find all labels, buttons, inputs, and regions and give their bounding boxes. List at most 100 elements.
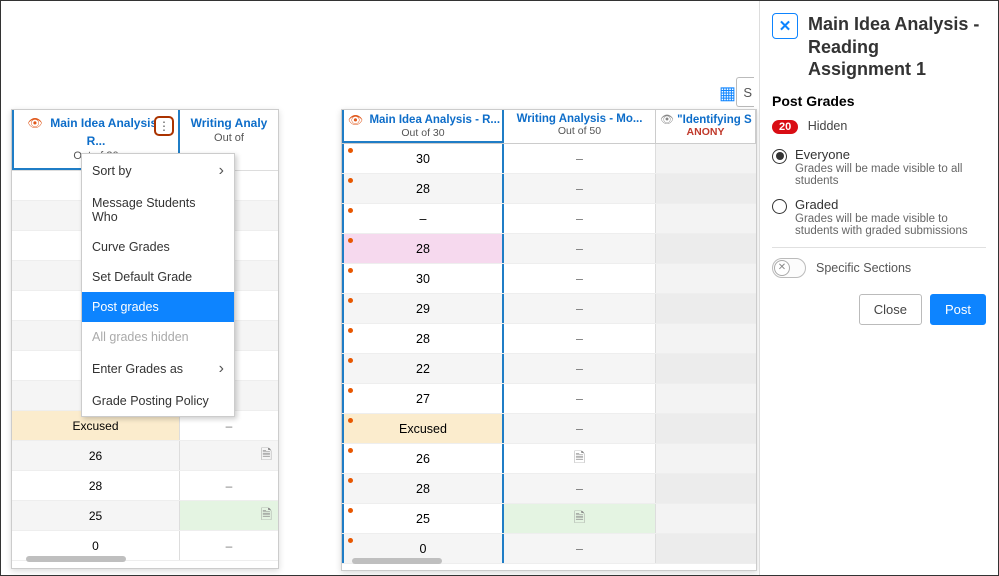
grade-cell[interactable]	[656, 294, 756, 323]
center-col-2[interactable]: Writing Analysis - Mo... Out of 50	[504, 110, 656, 143]
late-indicator-icon	[348, 238, 353, 243]
grade-cell[interactable]: –	[504, 474, 656, 503]
grade-cell[interactable]	[656, 234, 756, 263]
grade-cell[interactable]: 🗎	[180, 501, 278, 530]
eye-off-icon: 👁	[660, 114, 674, 126]
grade-cell[interactable]: 25	[342, 504, 504, 533]
grade-cell[interactable]: –	[504, 174, 656, 203]
grade-cell[interactable]	[656, 504, 756, 533]
grade-cell[interactable]: –	[504, 414, 656, 443]
late-indicator-icon	[348, 208, 353, 213]
grade-cell[interactable]: Excused	[342, 414, 504, 443]
radio-graded-sub: Grades will be made visible to students …	[795, 213, 986, 237]
center-col-2-title: Writing Analysis - Mo...	[517, 113, 643, 125]
menu-item[interactable]: Enter Grades as	[82, 352, 234, 386]
grade-cell[interactable]: 28	[342, 474, 504, 503]
menu-item[interactable]: Message Students Who	[82, 188, 234, 232]
grade-cell[interactable]: 🗎	[504, 444, 656, 473]
search-button-partial[interactable]: S	[736, 77, 754, 107]
grade-cell[interactable]	[656, 354, 756, 383]
radio-everyone-row[interactable]: Everyone Grades will be made visible to …	[772, 147, 986, 187]
hidden-eye-icon: 👁	[348, 113, 363, 127]
grade-cell[interactable]: 30	[342, 144, 504, 173]
center-col-1[interactable]: 👁 Main Idea Analysis - R... Out of 30	[342, 110, 504, 143]
close-sidebar-button[interactable]: ✕	[772, 13, 798, 39]
grade-cell[interactable]: 26	[12, 441, 180, 470]
late-indicator-icon	[348, 448, 353, 453]
grade-cell[interactable]: 29	[342, 294, 504, 323]
grade-cell[interactable]: 30	[342, 264, 504, 293]
late-indicator-icon	[348, 538, 353, 543]
hidden-label: Hidden	[808, 119, 848, 133]
grade-cell[interactable]: –	[342, 204, 504, 233]
projector-icon[interactable]: ▦	[719, 83, 736, 104]
grade-cell[interactable]: 28	[12, 471, 180, 500]
menu-item[interactable]: Grade Posting Policy	[82, 386, 234, 416]
grade-cell[interactable]: 22	[342, 354, 504, 383]
submission-icon: 🗎	[261, 504, 272, 528]
grade-cell[interactable]	[656, 144, 756, 173]
table-row: 25 🗎	[12, 501, 278, 531]
grade-cell[interactable]: –	[504, 384, 656, 413]
center-scrollbar[interactable]	[352, 558, 442, 564]
menu-item: All grades hidden	[82, 322, 234, 352]
center-col-2-sub: Out of 50	[508, 125, 651, 137]
grade-cell[interactable]: 28	[342, 234, 504, 263]
menu-item[interactable]: Post grades	[82, 292, 234, 322]
table-row: Excused–	[342, 414, 756, 444]
close-button[interactable]: Close	[859, 294, 922, 325]
grade-cell[interactable]: –	[504, 204, 656, 233]
table-row: 29–	[342, 294, 756, 324]
toggle-knob: ✕	[774, 260, 790, 276]
grade-cell[interactable]	[656, 174, 756, 203]
grade-cell[interactable]	[656, 414, 756, 443]
menu-item[interactable]: Curve Grades	[82, 232, 234, 262]
grade-cell[interactable]: –	[180, 471, 278, 500]
grade-cell[interactable]: 25	[12, 501, 180, 530]
grade-cell[interactable]	[656, 204, 756, 233]
specific-sections-toggle[interactable]: ✕	[772, 258, 806, 278]
grade-cell[interactable]: –	[504, 234, 656, 263]
grade-cell[interactable]	[656, 384, 756, 413]
grade-cell[interactable]: –	[504, 294, 656, 323]
grade-cell[interactable]: –	[504, 324, 656, 353]
sidebar-section-heading: Post Grades	[772, 93, 986, 109]
sidebar-title: Main Idea Analysis - Reading Assignment …	[808, 13, 986, 81]
radio-everyone[interactable]	[772, 149, 787, 164]
center-headers: 👁 Main Idea Analysis - R... Out of 30 Wr…	[342, 110, 756, 144]
grade-cell[interactable]: –	[504, 264, 656, 293]
grade-cell[interactable]	[656, 264, 756, 293]
left-scrollbar[interactable]	[26, 556, 126, 562]
grade-cell[interactable]: 27	[342, 384, 504, 413]
table-row: 30–	[342, 264, 756, 294]
grade-cell[interactable]	[656, 324, 756, 353]
post-button[interactable]: Post	[930, 294, 986, 325]
grade-cell[interactable]: 🗎	[504, 504, 656, 533]
grade-cell[interactable]	[656, 444, 756, 473]
grade-cell[interactable]	[656, 474, 756, 503]
grade-cell[interactable]	[656, 534, 756, 563]
grade-cell[interactable]: 28	[342, 324, 504, 353]
grade-cell[interactable]: –	[180, 531, 278, 560]
late-indicator-icon	[348, 478, 353, 483]
late-indicator-icon	[348, 508, 353, 513]
hidden-count-badge: 20	[772, 120, 798, 134]
specific-sections-row[interactable]: ✕ Specific Sections	[772, 258, 986, 278]
radio-graded[interactable]	[772, 199, 787, 214]
menu-item[interactable]: Sort by	[82, 154, 234, 188]
column-options-kebab[interactable]: ⋮	[154, 116, 174, 136]
grade-cell[interactable]: –	[504, 534, 656, 563]
grade-cell[interactable]: –	[504, 354, 656, 383]
grade-cell[interactable]: 26	[342, 444, 504, 473]
post-grades-sidebar: ✕ Main Idea Analysis - Reading Assignmen…	[759, 1, 998, 576]
submission-icon: 🗎	[574, 447, 585, 471]
menu-item[interactable]: Set Default Grade	[82, 262, 234, 292]
center-col-3[interactable]: 👁 "Identifying S ANONY	[656, 110, 756, 143]
grade-cell[interactable]: 28	[342, 174, 504, 203]
radio-graded-row[interactable]: Graded Grades will be made visible to st…	[772, 197, 986, 237]
table-row: 28–	[342, 474, 756, 504]
grade-cell[interactable]: –	[504, 144, 656, 173]
grade-cell[interactable]: 🗎	[180, 441, 278, 470]
table-row: 25🗎	[342, 504, 756, 534]
radio-everyone-sub: Grades will be made visible to all stude…	[795, 163, 986, 187]
